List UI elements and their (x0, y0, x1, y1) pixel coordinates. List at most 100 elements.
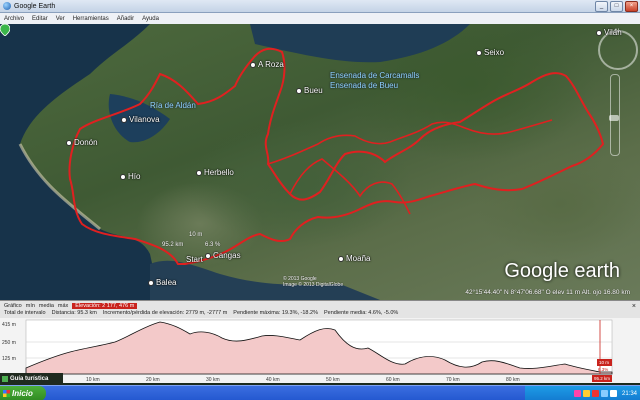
map-view[interactable]: N A Roza Bueu Seixo Vilanova Donón Hío H… (0, 24, 640, 300)
water-ria-aldan: Ría de Aldán (150, 101, 196, 110)
graph-max-option[interactable]: máx (58, 303, 68, 309)
distance-label: 95.2 km (162, 242, 184, 248)
place-dot-icon (250, 61, 256, 68)
place-dot-icon (148, 279, 154, 286)
place-vilanova[interactable]: Vilanova (121, 115, 160, 124)
gain-loss-stat: Incremento/pérdida de elevación: 2779 m,… (102, 310, 228, 316)
total-interval-label: Total de intervalo (4, 310, 46, 316)
gps-track-south (289, 158, 411, 215)
tray-folder-icon[interactable] (582, 390, 590, 397)
title-bar: Google Earth _ □ × (0, 0, 640, 13)
taskbar: Inicio 21:34 (0, 385, 640, 400)
sea-area (0, 24, 160, 300)
x-tick-label: 30 km (206, 377, 220, 383)
elevation-row-2: Total de intervalo Distancia: 95.3 km In… (4, 310, 398, 316)
place-dot-icon (596, 29, 602, 36)
place-bueu[interactable]: Bueu (296, 86, 323, 95)
x-tick-label: 80 km (506, 377, 520, 383)
altitude-label: 10 m (189, 232, 203, 238)
windows-logo-icon (3, 390, 10, 397)
gps-track-inner (267, 119, 553, 165)
google-earth-icon (3, 2, 11, 10)
elevation-chart[interactable]: 415 m 250 m 125 m 10 km 20 km 30 km 40 k… (0, 318, 640, 383)
graph-mid-option[interactable]: media (39, 303, 54, 309)
start-button[interactable]: Inicio (0, 386, 46, 400)
place-vilan[interactable]: Vilán (596, 28, 622, 37)
image-credit: © 2013 Google Image © 2013 DigitalGlobe (283, 276, 343, 288)
bay-water (150, 260, 380, 300)
avg-slope-stat: Pendiente media: 4.6%, -5.0% (323, 310, 399, 316)
distance-stat: Distancia: 95.3 km (51, 310, 97, 316)
x-tick-label: 20 km (146, 377, 160, 383)
graph-label: Gráfico (4, 303, 22, 309)
google-earth-window: Google Earth _ □ × Archivo Editar Ver He… (0, 0, 640, 400)
place-start[interactable]: Start (186, 255, 203, 264)
place-dot-icon (120, 173, 126, 180)
place-cangas[interactable]: Cangas (205, 251, 241, 260)
place-moana[interactable]: Moaña (338, 254, 370, 263)
place-herbello[interactable]: Herbello (196, 168, 234, 177)
x-tick-label: 70 km (446, 377, 460, 383)
tray-security-icon[interactable] (591, 390, 599, 397)
tour-guide-icon (2, 376, 8, 382)
menu-editar[interactable]: Editar (28, 16, 52, 22)
credit-line-2: Image © 2013 DigitalGlobe (283, 282, 344, 288)
y-tick-label: 250 m (2, 340, 16, 346)
minimize-button[interactable]: _ (595, 1, 608, 12)
cursor-distance: 95.2 km (594, 376, 610, 381)
zoom-slider[interactable] (609, 74, 620, 156)
close-button[interactable]: × (625, 1, 638, 12)
menu-anadir[interactable]: Añadir (113, 16, 138, 22)
menu-herramientas[interactable]: Herramientas (69, 16, 113, 22)
start-label: Inicio (12, 389, 33, 398)
water-ensenada-carcamalls: Ensenada de Carcamalls (330, 71, 420, 80)
elevation-profile-panel: Gráfico mín media máx Elevación: 2 177, … (0, 300, 640, 383)
map-layer (0, 24, 605, 300)
x-tick-label: 60 km (386, 377, 400, 383)
tray-volume-icon[interactable] (609, 390, 617, 397)
place-donon[interactable]: Donón (66, 138, 98, 147)
graph-min-option[interactable]: mín (26, 303, 35, 309)
window-controls: _ □ × (595, 1, 638, 12)
tour-guide-button[interactable]: Guía turística (0, 373, 63, 385)
menu-ayuda[interactable]: Ayuda (138, 16, 163, 22)
clock[interactable]: 21:34 (622, 391, 637, 397)
menu-ver[interactable]: Ver (52, 16, 69, 22)
place-dot-icon (205, 252, 211, 259)
coordinates-status: 42°15'44.40" N 8°47'06.68" O elev 11 m A… (465, 289, 630, 296)
x-tick-label: 10 km (86, 377, 100, 383)
menu-archivo[interactable]: Archivo (0, 16, 28, 22)
cursor-altitude: 10 m (599, 360, 609, 365)
window-title: Google Earth (14, 2, 56, 10)
x-tick-label: 40 km (266, 377, 280, 383)
place-dot-icon (121, 116, 127, 123)
system-tray: 21:34 (525, 386, 640, 400)
tray-network-icon[interactable] (600, 390, 608, 397)
place-hio[interactable]: Hío (120, 172, 140, 181)
maximize-button[interactable]: □ (610, 1, 623, 12)
y-tick-label: 415 m (2, 322, 16, 328)
place-dot-icon (476, 49, 482, 56)
place-dot-icon (296, 87, 302, 94)
watermark-google: Google (504, 260, 569, 282)
tray-app-icon[interactable] (573, 390, 581, 397)
elevation-header: Gráfico mín media máx Elevación: 2 177, … (0, 301, 640, 318)
place-balea[interactable]: Balea (148, 278, 176, 287)
google-earth-watermark: Google earth (504, 260, 620, 283)
place-a-roza[interactable]: A Roza (250, 60, 284, 69)
start-pin-icon[interactable] (0, 24, 10, 36)
elevation-selector[interactable]: Elevación: 2 177, 476 m (72, 303, 138, 309)
place-seixo[interactable]: Seixo (476, 48, 504, 57)
place-dot-icon (196, 169, 202, 176)
elevation-row-1: Gráfico mín media máx Elevación: 2 177, … (4, 303, 138, 309)
tour-guide-label: Guía turística (10, 376, 49, 382)
close-profile-button[interactable]: × (632, 303, 636, 310)
watermark-earth: earth (574, 260, 620, 282)
zoom-slider-handle[interactable] (609, 115, 619, 121)
cursor-slope: 6.3% (598, 367, 608, 372)
y-tick-label: 125 m (2, 356, 16, 362)
slope-label: 6.3 % (205, 242, 221, 248)
place-dot-icon (338, 255, 344, 262)
x-tick-label: 50 km (326, 377, 340, 383)
place-dot-icon (66, 139, 72, 146)
